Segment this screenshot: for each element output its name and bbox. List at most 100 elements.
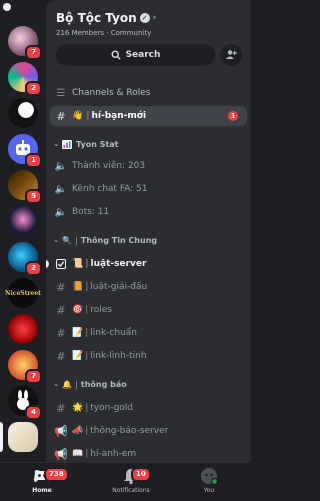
channel-link-linh-tinh[interactable]: # 📝 | link-lình-tinh	[46, 346, 251, 366]
channel-label: link-lình-tinh	[90, 351, 147, 361]
speaker-icon: 🔈	[54, 160, 68, 172]
channel-label: Thành viên: 203	[72, 161, 146, 171]
scroll-icon: 📜	[72, 259, 84, 269]
hash-icon: #	[56, 326, 66, 340]
server-icon-10[interactable]: 7	[8, 350, 42, 384]
hash-icon: #	[56, 280, 66, 294]
server-icon-5[interactable]: 5	[8, 170, 42, 204]
channel-label: Bots: 11	[72, 207, 110, 217]
channel-label: link-chuẩn	[90, 328, 138, 338]
server-name: Bộ Tộc Tyon	[56, 11, 137, 25]
server-badge: 2	[25, 81, 42, 96]
server-icon-7[interactable]: 2	[8, 242, 42, 276]
search-label: Search	[125, 50, 161, 60]
add-user-icon	[226, 50, 237, 59]
announcement-icon: 📢	[54, 447, 68, 461]
channel-hi-anh-em[interactable]: 📢 📖 | hí-anh-em	[46, 444, 251, 462]
server-text-logo: NiceStreet	[5, 289, 41, 297]
divider: |	[85, 449, 89, 459]
channels-and-roles[interactable]: ☰ Channels & Roles	[46, 83, 251, 103]
speaker-icon: 🔈	[54, 206, 68, 218]
member-count: 216 Members	[56, 29, 105, 37]
divider: |	[85, 282, 89, 292]
speaker-icon: 🔈	[54, 183, 68, 195]
divider: |	[86, 111, 90, 121]
chart-icon	[62, 139, 72, 149]
channel-hi-ban-moi[interactable]: # 👋 | hí-bạn-mới 1	[50, 106, 247, 126]
category-thong-bao[interactable]: ⌄ 🔔 | thông báo	[46, 377, 251, 391]
nav-notifications[interactable]: Notifications 10	[103, 463, 159, 501]
book-icon: 📙	[72, 282, 84, 292]
channel-thong-bao-server[interactable]: 📢 📣 | thông-báo-server	[46, 421, 251, 441]
search-button[interactable]: Search	[56, 44, 215, 66]
channel-roles[interactable]: # 🎯 | roles	[46, 300, 251, 320]
selected-server-indicator	[0, 422, 3, 452]
server-icon-8[interactable]: NiceStreet	[5, 278, 41, 308]
megaphone-icon: 📣	[72, 426, 84, 436]
invite-members-button[interactable]	[220, 44, 242, 66]
divider: |	[85, 426, 89, 436]
divider: |	[74, 379, 78, 389]
stat-channel-members[interactable]: 🔈 Thành viên: 203	[46, 156, 251, 176]
divider: |	[85, 328, 89, 338]
search-icon	[111, 50, 121, 60]
channel-label: thông-báo-server	[90, 426, 169, 436]
category-label: Tyon Stat	[76, 139, 119, 149]
category-thong-tin-chung[interactable]: ⌄ 🔍 | Thông Tin Chung	[46, 233, 251, 247]
server-icon-4[interactable]: 1	[8, 134, 42, 168]
channel-luat-giai-dau[interactable]: # 📙 | luật-giải-đấu	[46, 277, 251, 297]
nav-you-label: You	[203, 487, 215, 494]
channel-label: roles	[90, 305, 113, 315]
channel-tyon-gold[interactable]: # 🌟 | tyon-gold	[46, 398, 251, 418]
stat-channel-fa[interactable]: 🔈 Kênh chat FA: 51	[46, 179, 251, 199]
server-icon-9[interactable]	[8, 314, 38, 344]
channel-luat-server[interactable]: 📜 | luật-server	[46, 254, 251, 274]
hash-icon: #	[56, 349, 66, 363]
nav-home-label: Home	[32, 487, 52, 494]
channels-and-roles-label: Channels & Roles	[72, 88, 151, 98]
separator: ·	[106, 29, 109, 37]
bottom-nav: Home 738 Notifications 10 You	[0, 462, 251, 501]
community-badge-icon: ✓	[139, 13, 150, 23]
server-badge: 7	[25, 369, 42, 384]
star-icon: 🌟	[72, 403, 84, 413]
category-tyon-stat[interactable]: ⌄ Tyon Stat	[46, 137, 251, 151]
hash-icon: #	[56, 303, 66, 317]
server-icon-current[interactable]	[8, 422, 38, 452]
server-header[interactable]: Bộ Tộc Tyon ✓ ›	[56, 11, 156, 25]
server-icon-6[interactable]	[8, 206, 38, 236]
hash-icon: #	[56, 109, 66, 123]
server-badge: 5	[25, 189, 42, 204]
memo-icon: 📝	[72, 328, 84, 338]
divider: |	[85, 351, 89, 361]
avatar	[199, 467, 219, 486]
hash-icon: #	[56, 401, 66, 415]
channel-link-chuan[interactable]: # 📝 | link-chuẩn	[46, 323, 251, 343]
channel-label: hí-bạn-mới	[91, 111, 147, 121]
open-book-icon: 📖	[72, 449, 84, 459]
server-icon-11[interactable]: 4	[8, 386, 42, 420]
home-badge: 738	[44, 467, 69, 482]
server-badge: 7	[25, 45, 42, 60]
server-badge: 2	[25, 261, 42, 276]
nav-home[interactable]: Home 738	[22, 463, 69, 501]
server-type: Community	[110, 29, 152, 37]
wave-icon: 👋	[72, 111, 84, 121]
server-icon-2[interactable]: 2	[8, 62, 42, 96]
server-icon-3[interactable]	[8, 98, 38, 128]
divider: |	[85, 305, 89, 315]
nav-you[interactable]: You	[194, 463, 224, 501]
bell-icon: 🔔	[62, 379, 72, 389]
chevron-down-icon: ⌄	[53, 140, 59, 148]
stat-channel-bots[interactable]: 🔈 Bots: 11	[46, 202, 251, 222]
memo-icon: 📝	[72, 351, 84, 361]
target-icon: 🎯	[72, 305, 84, 315]
chevron-down-icon: ⌄	[53, 236, 59, 244]
server-rail: 7 2 1 5 2 NiceStreet 7 4	[0, 0, 46, 462]
checkbox-icon	[56, 259, 66, 269]
channel-label: luật-server	[90, 259, 147, 269]
unread-pip	[46, 260, 49, 268]
channel-label: Kênh chat FA: 51	[72, 184, 148, 194]
server-icon-1[interactable]: 7	[8, 26, 42, 60]
server-badge: 1	[25, 153, 42, 168]
